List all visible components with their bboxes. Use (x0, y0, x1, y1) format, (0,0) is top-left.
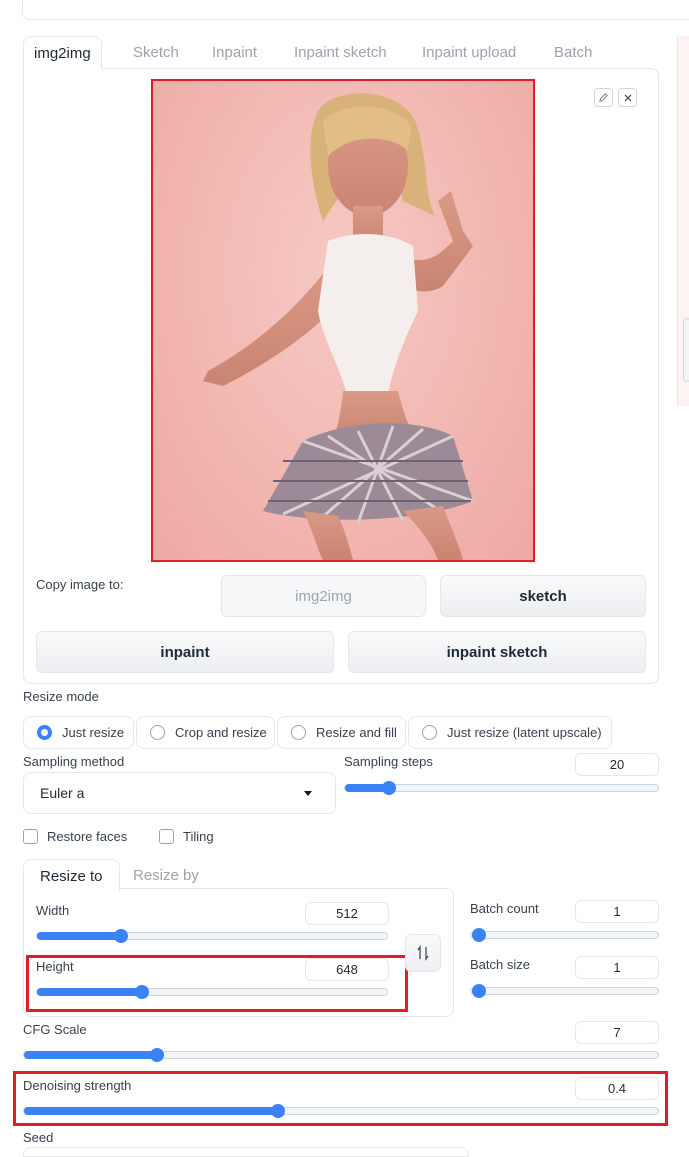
radio-icon (150, 725, 165, 740)
batch-count-input[interactable]: 1 (575, 900, 659, 923)
swap-dimensions-button[interactable] (405, 934, 441, 972)
sampling-method-label: Sampling method (23, 754, 125, 769)
sampling-steps-slider[interactable] (344, 781, 659, 795)
copy-to-inpaint-button[interactable]: inpaint (36, 631, 334, 673)
height-label: Height (36, 959, 74, 974)
edit-image-button[interactable] (594, 88, 613, 107)
slider-thumb[interactable] (472, 984, 486, 998)
slider-thumb[interactable] (381, 781, 396, 795)
tab-batch[interactable]: Batch (544, 36, 602, 69)
resize-option-label: Crop and resize (175, 725, 267, 740)
resize-option-just-resize[interactable]: Just resize (23, 716, 134, 749)
slider-thumb[interactable] (270, 1104, 285, 1118)
clear-image-button[interactable] (618, 88, 637, 107)
top-panel-edge (22, 0, 689, 20)
close-icon (624, 94, 631, 101)
tab-inpaint-upload[interactable]: Inpaint upload (412, 36, 526, 69)
slider-fill (24, 1051, 158, 1059)
denoising-strength-label: Denoising strength (23, 1078, 132, 1093)
copy-to-sketch-button[interactable]: sketch (440, 575, 646, 617)
sampling-steps-input[interactable]: 20 (575, 753, 659, 776)
resize-option-label: Just resize (62, 725, 125, 740)
seed-input[interactable] (23, 1147, 469, 1157)
denoising-strength-slider[interactable] (23, 1104, 659, 1118)
input-image[interactable] (151, 79, 535, 562)
batch-count-slider[interactable] (470, 928, 659, 942)
tab-img2img[interactable]: img2img (23, 36, 102, 69)
copy-image-label: Copy image to: (36, 577, 124, 592)
sampling-steps-label: Sampling steps (344, 754, 433, 769)
sampling-method-select[interactable]: Euler a (23, 772, 336, 814)
slider-fill (37, 932, 121, 940)
tiling-label: Tiling (183, 829, 214, 844)
img2img-tabs: img2img Sketch Inpaint Inpaint sketch In… (23, 36, 659, 69)
slider-thumb[interactable] (114, 929, 128, 943)
width-slider[interactable] (36, 929, 388, 943)
height-input[interactable]: 648 (305, 958, 389, 981)
radio-selected-icon (37, 725, 52, 740)
batch-size-label: Batch size (470, 957, 530, 972)
cfg-scale-label: CFG Scale (23, 1022, 87, 1037)
resize-mode-label: Resize mode (23, 689, 99, 704)
width-label: Width (36, 903, 70, 918)
slider-thumb[interactable] (135, 985, 149, 999)
tab-resize-to[interactable]: Resize to (23, 859, 120, 892)
resize-option-label: Just resize (latent upscale) (447, 725, 602, 740)
resize-option-resize-and-fill[interactable]: Resize and fill (277, 716, 406, 749)
tab-sketch[interactable]: Sketch (123, 36, 189, 69)
tiling-option[interactable]: Tiling (159, 829, 214, 844)
slider-thumb[interactable] (150, 1048, 165, 1062)
slider-fill (37, 988, 142, 996)
batch-size-slider[interactable] (470, 984, 659, 998)
radio-icon (291, 725, 306, 740)
slider-thumb[interactable] (472, 928, 486, 942)
radio-icon (422, 725, 437, 740)
resize-option-label: Resize and fill (316, 725, 397, 740)
width-input[interactable]: 512 (305, 902, 389, 925)
figure-illustration (203, 93, 474, 560)
restore-faces-checkbox[interactable] (23, 829, 38, 844)
pencil-icon (599, 93, 608, 102)
restore-faces-option[interactable]: Restore faces (23, 829, 127, 844)
cfg-scale-slider[interactable] (23, 1048, 659, 1062)
swap-arrows-icon (417, 945, 429, 961)
height-slider[interactable] (36, 985, 388, 999)
slider-fill (24, 1107, 278, 1115)
right-scroll-handle[interactable] (683, 318, 689, 382)
copy-to-inpaint-sketch-button[interactable]: inpaint sketch (348, 631, 646, 673)
chevron-down-icon (304, 791, 312, 796)
tiling-checkbox[interactable] (159, 829, 174, 844)
restore-faces-label: Restore faces (47, 829, 128, 844)
cfg-scale-input[interactable]: 7 (575, 1021, 659, 1044)
seed-label: Seed (23, 1130, 54, 1145)
tab-resize-by[interactable]: Resize by (117, 859, 215, 892)
copy-to-img2img-button[interactable]: img2img (221, 575, 426, 617)
tab-inpaint[interactable]: Inpaint (202, 36, 267, 69)
resize-option-crop-and-resize[interactable]: Crop and resize (136, 716, 275, 749)
sampling-method-value: Euler a (40, 785, 85, 801)
denoising-strength-input[interactable]: 0.4 (575, 1077, 659, 1100)
batch-count-label: Batch count (470, 901, 539, 916)
batch-size-input[interactable]: 1 (575, 956, 659, 979)
tab-inpaint-sketch[interactable]: Inpaint sketch (284, 36, 397, 69)
resize-option-latent-upscale[interactable]: Just resize (latent upscale) (408, 716, 612, 749)
